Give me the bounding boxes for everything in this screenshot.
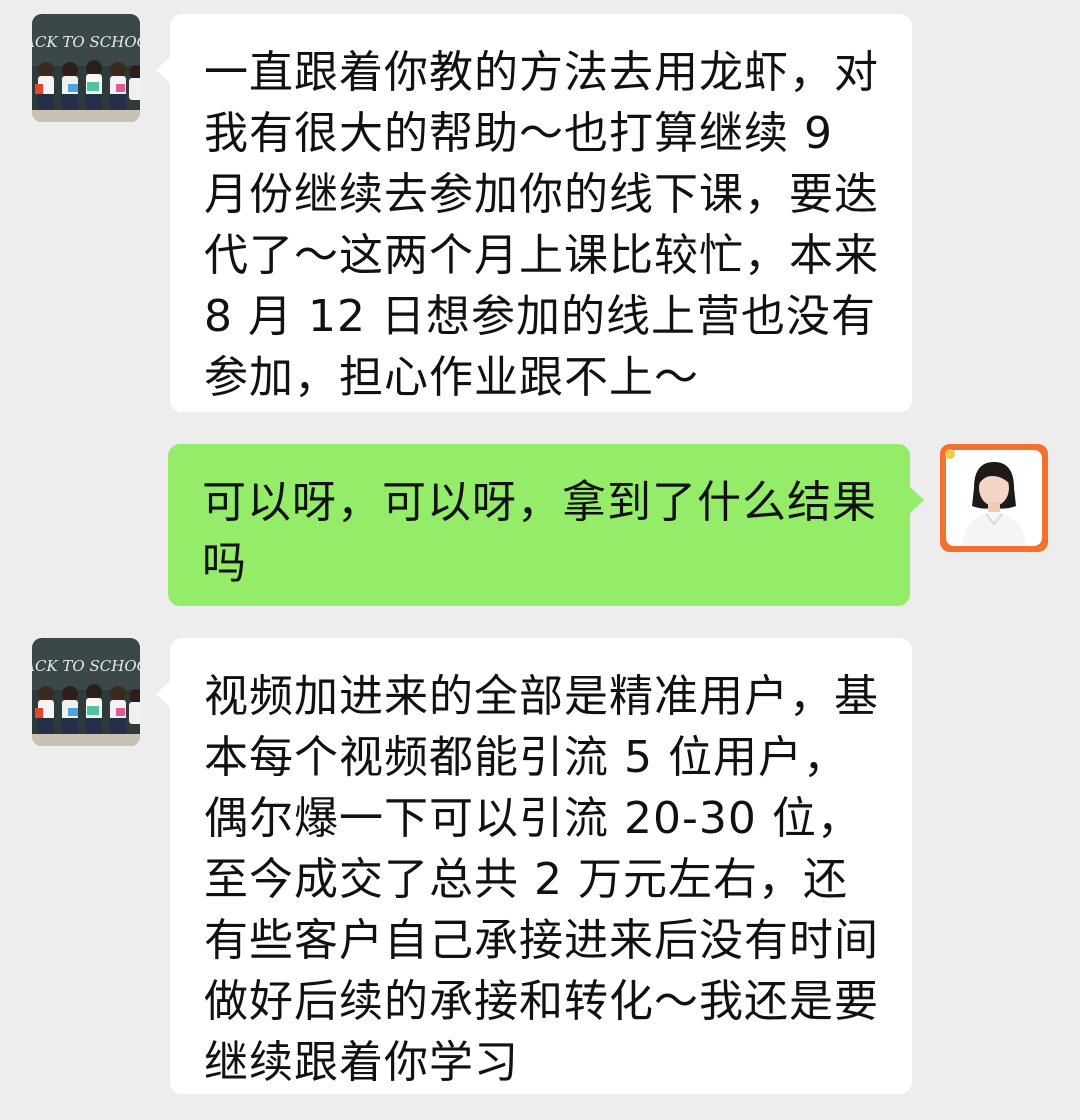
message-bubble-3[interactable]: 视频加进来的全部是精准用户，基本每个视频都能引流 5 位用户，偶尔爆一下可以引流… [156, 638, 912, 1094]
contact-avatar[interactable]: BACK TO SCHOOL [32, 14, 140, 122]
contact-avatar[interactable]: BACK TO SCHOOL [32, 638, 140, 746]
avatar-caption: BACK TO SCHOOL [32, 657, 140, 675]
message-text: 可以呀，可以呀，拿到了什么结果吗 [202, 477, 877, 589]
back-to-school-photo-icon: BACK TO SCHOOL [32, 14, 140, 122]
bubble-tail [909, 486, 924, 514]
bubble-tail [156, 680, 171, 708]
back-to-school-photo-icon: BACK TO SCHOOL [32, 638, 140, 746]
message-text: 视频加进来的全部是精准用户，基本每个视频都能引流 5 位用户，偶尔爆一下可以引流… [204, 671, 879, 1088]
self-avatar[interactable] [940, 444, 1048, 552]
message-bubble-1[interactable]: 一直跟着你教的方法去用龙虾，对我有很大的帮助～也打算继续 9 月份继续去参加你的… [156, 14, 912, 412]
message-bubble-2[interactable]: 可以呀，可以呀，拿到了什么结果吗 [168, 444, 924, 606]
bubble-tail [156, 56, 171, 84]
avatar-caption: BACK TO SCHOOL [32, 33, 140, 51]
message-text: 一直跟着你教的方法去用龙虾，对我有很大的帮助～也打算继续 9 月份继续去参加你的… [204, 47, 879, 403]
woman-portrait-icon [940, 444, 1048, 552]
